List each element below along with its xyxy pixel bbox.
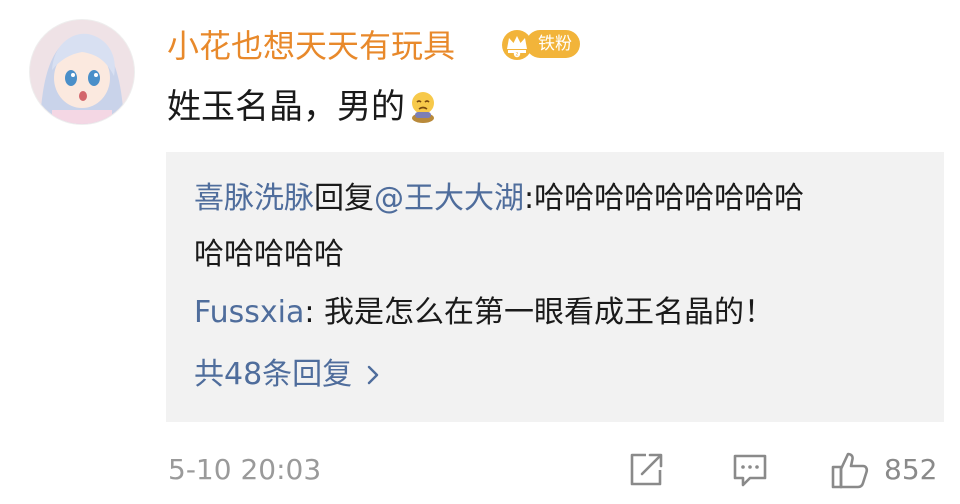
svg-text:2: 2: [516, 52, 519, 58]
thumbs-up-icon: [831, 452, 869, 489]
reply-author-link[interactable]: Fussxia: [194, 295, 304, 330]
reply-item: 喜脉洗脉回复@王大大湖:哈哈哈哈哈哈哈哈哈: [194, 176, 804, 222]
reply-text-continued: 哈哈哈哈哈: [194, 237, 344, 272]
username[interactable]: 小花也想天天有玩具: [167, 22, 455, 70]
timestamp: 5-10 20:03: [168, 453, 322, 486]
reply-verb: 回复: [314, 181, 374, 216]
reply-author-link[interactable]: 喜脉洗脉: [194, 181, 314, 216]
share-icon: [630, 453, 663, 486]
share-button[interactable]: [626, 448, 666, 492]
comment-icon: [733, 454, 767, 487]
avatar-image: [30, 20, 134, 124]
crown-icon: 2: [502, 30, 532, 60]
more-replies-label: 共48条回复: [194, 357, 353, 392]
reply-item: Fussxia: 我是怎么在第一眼看成王名晶的！: [194, 290, 774, 336]
comment-body: 姓玉名晶，男的: [167, 87, 405, 127]
reply-text: : 我是怎么在第一眼看成王名晶的！: [304, 295, 775, 330]
reply-box: 喜脉洗脉回复@王大大湖:哈哈哈哈哈哈哈哈哈 哈哈哈哈哈 Fussxia: 我是怎…: [166, 152, 944, 422]
mention-link[interactable]: @王大大湖: [374, 181, 524, 216]
comment-text: 姓玉名晶，男的: [167, 82, 439, 132]
reply-text: :哈哈哈哈哈哈哈哈哈: [524, 181, 805, 216]
badge-label: 铁粉: [526, 30, 580, 58]
sad-face-emoji-icon: [412, 92, 434, 123]
more-replies-link[interactable]: 共48条回复: [194, 352, 384, 398]
fan-badge[interactable]: 2 铁粉: [500, 26, 580, 62]
chevron-right-icon: [367, 365, 379, 385]
comment-button[interactable]: [730, 448, 770, 492]
like-button[interactable]: 852: [828, 448, 937, 492]
avatar[interactable]: [30, 20, 134, 124]
like-count: 852: [884, 453, 938, 486]
